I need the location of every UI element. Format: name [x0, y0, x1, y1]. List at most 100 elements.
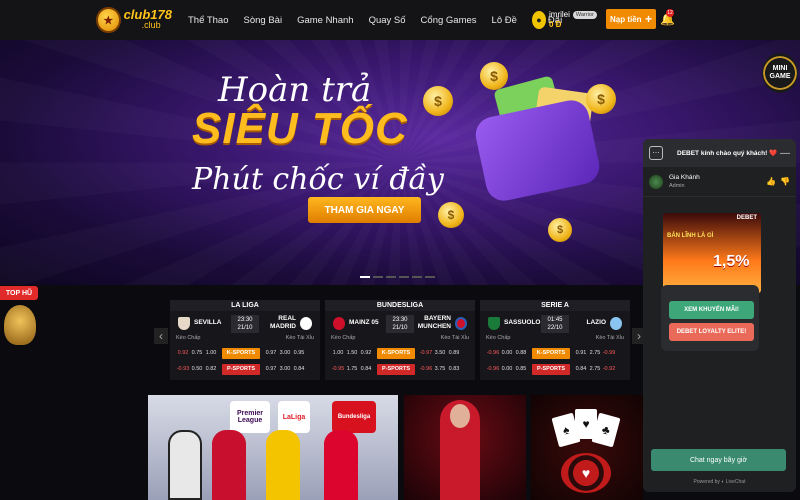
top-navbar: ★ club178 .club Thể Thao Sòng Bài Game N…	[0, 0, 800, 40]
coin-icon: $	[480, 62, 508, 90]
home-team-crest-icon	[178, 317, 190, 330]
menu-item-quay-so[interactable]: Quay Số	[369, 15, 406, 26]
chat-title: DEBET kính chào quý khách! ❤️	[677, 150, 778, 157]
menu-item-cong-games[interactable]: Cổng Games	[421, 15, 477, 26]
hero-title-line2: SIÊU TỐC	[192, 104, 408, 153]
odds-row-p-sports: -0.93 0.50 0.82 P-SPORTS 0.97 3.00 0.84	[170, 361, 320, 377]
laliga-logo: LaLiga	[278, 401, 310, 433]
menu-icon[interactable]: ⋯	[649, 146, 663, 160]
deposit-button[interactable]: Nạp tiền +	[606, 9, 656, 29]
player-figure	[324, 430, 358, 500]
user-avatar-icon: ●	[532, 11, 546, 29]
main-menu: Thể Thao Sòng Bài Game Nhanh Quay Số Cổn…	[188, 0, 577, 40]
thumbs-down-icon[interactable]: 👎	[780, 177, 790, 186]
match-league: BUNDESLIGA	[325, 300, 475, 311]
powered-by-livechat: Powered by ◐ LiveChat	[693, 479, 746, 485]
coin-icon: $	[423, 86, 453, 116]
away-team: BAYERN MUNCHEN	[417, 315, 451, 330]
coin-icon: $	[438, 202, 464, 228]
chat-now-button[interactable]: Chat ngay bây giờ	[651, 449, 786, 471]
mini-game-line2: GAME	[769, 73, 791, 80]
p-sports-button[interactable]: P-SPORTS	[377, 363, 415, 375]
notification-badge: 12	[666, 9, 674, 17]
plus-icon: +	[644, 12, 652, 26]
promo-brand: DEBET	[736, 215, 757, 221]
match-league: SERIE A	[480, 300, 630, 311]
odds-row-p-sports: -0.96 0.00 0.85 P-SPORTS 0.84 2.75 -0.92	[480, 361, 630, 377]
away-team: LAZIO	[586, 319, 607, 326]
username: imrilei	[549, 10, 570, 19]
agent-avatar	[649, 174, 663, 189]
user-account[interactable]: ● imrilei 0 Đ Warrior	[532, 8, 597, 32]
match-card[interactable]: SERIE A SASSUOLO 01:45 22/10 LAZIO Kèo C…	[480, 300, 630, 380]
rank-badge: Warrior	[572, 11, 597, 19]
odds-row-p-sports: -0.95 1.75 0.84 P-SPORTS -0.96 3.75 0.83	[325, 361, 475, 377]
user-balance: 0 Đ	[549, 20, 562, 29]
loyalty-elite-button[interactable]: DEBET LOYALTY ELITE!	[669, 323, 754, 341]
away-team: REAL MADRID	[270, 315, 296, 330]
coin-icon: $	[548, 218, 572, 242]
mini-game-button[interactable]: MINI GAME	[762, 53, 798, 93]
top-hu-label[interactable]: TOP HŨ	[0, 286, 38, 300]
card-game-banner[interactable]: ♠ ♥ ♣ ♥	[531, 395, 643, 500]
promo-percent: 1,5%	[713, 253, 750, 270]
odds-row-k-sports: 0.92 0.75 1.00 K-SPORTS 0.97 3.00 0.95	[170, 345, 320, 361]
home-team-crest-icon	[333, 317, 345, 330]
k-sports-button[interactable]: K-SPORTS	[377, 347, 415, 359]
player-figure	[266, 430, 300, 500]
chat-agent: Gia Khánh Admin 👍 👎	[643, 167, 796, 197]
match-card[interactable]: LA LIGA SEVILLA 23:30 21/10 REAL MADRID …	[170, 300, 320, 380]
deposit-label: Nạp tiền	[610, 14, 642, 24]
chat-header: ⋯ DEBET kính chào quý khách! ❤️ —	[643, 139, 796, 167]
odds-row-k-sports: 1.00 1.50 0.92 K-SPORTS -0.97 3.50 0.89	[325, 345, 475, 361]
match-card[interactable]: BUNDESLIGA MAINZ 05 23:30 21/10 BAYERN M…	[325, 300, 475, 380]
carousel-dot[interactable]	[412, 276, 422, 278]
carousel-dot[interactable]	[425, 276, 435, 278]
football-promo-banner[interactable]: Premier League LaLiga Bundesliga	[148, 395, 398, 500]
logo-badge-icon: ★	[96, 7, 121, 33]
treasure-bag-icon[interactable]	[4, 305, 36, 345]
bundesliga-logo: Bundesliga	[332, 401, 376, 433]
view-promotions-button[interactable]: XEM KHUYẾN MÃI!	[669, 301, 754, 319]
minimize-icon[interactable]: —	[780, 148, 790, 159]
thumbs-up-icon[interactable]: 👍	[766, 177, 776, 186]
home-team: SASSUOLO	[504, 319, 541, 326]
carousel-dot[interactable]	[373, 276, 383, 278]
away-team-crest-icon	[455, 317, 467, 330]
menu-item-song-bai[interactable]: Sòng Bài	[244, 15, 283, 26]
match-league: LA LIGA	[170, 300, 320, 311]
menu-item-lo-de[interactable]: Lô Đề	[492, 15, 517, 26]
dealer-head	[450, 404, 470, 428]
hero-title-line3: Phút chốc ví đầy	[192, 162, 444, 197]
promo-headline: BẢN LĨNH LÀ GÌ	[667, 233, 714, 239]
home-team-crest-icon	[488, 317, 500, 330]
mini-game-line1: MINI	[772, 65, 788, 72]
home-team: SEVILLA	[194, 319, 222, 326]
premier-league-logo: Premier League	[230, 401, 270, 433]
odds-row-k-sports: -0.96 0.00 0.88 K-SPORTS 0.91 2.75 -0.99	[480, 345, 630, 361]
carousel-dot[interactable]	[360, 276, 370, 278]
k-sports-button[interactable]: K-SPORTS	[532, 347, 570, 359]
matches-prev-button[interactable]: ‹	[154, 328, 168, 344]
carousel-dot[interactable]	[386, 276, 396, 278]
carousel-dot[interactable]	[399, 276, 409, 278]
join-now-button[interactable]: THAM GIA NGAY	[308, 197, 421, 223]
logo-text-main: club178	[123, 7, 172, 22]
away-team-crest-icon	[610, 317, 622, 330]
live-chat-widget[interactable]: ⋯ DEBET kính chào quý khách! ❤️ — Gia Kh…	[643, 139, 796, 492]
away-team-crest-icon	[300, 317, 312, 330]
menu-item-the-thao[interactable]: Thể Thao	[188, 15, 229, 26]
site-logo[interactable]: ★ club178 .club	[96, 4, 172, 36]
menu-item-game-nhanh[interactable]: Game Nhanh	[297, 15, 354, 26]
p-sports-button[interactable]: P-SPORTS	[532, 363, 570, 375]
player-figure	[212, 430, 246, 500]
chat-promo-image[interactable]: DEBET BẢN LĨNH LÀ GÌ 1,5%	[663, 213, 761, 293]
p-sports-button[interactable]: P-SPORTS	[222, 363, 260, 375]
coin-icon: $	[586, 84, 616, 114]
carousel-dots	[360, 276, 438, 278]
k-sports-button[interactable]: K-SPORTS	[222, 347, 260, 359]
player-figure	[168, 430, 202, 500]
page: ★ club178 .club Thể Thao Sòng Bài Game N…	[0, 0, 800, 500]
agent-name: Gia Khánh	[669, 173, 700, 181]
poker-chip-icon: ♥	[561, 453, 611, 493]
